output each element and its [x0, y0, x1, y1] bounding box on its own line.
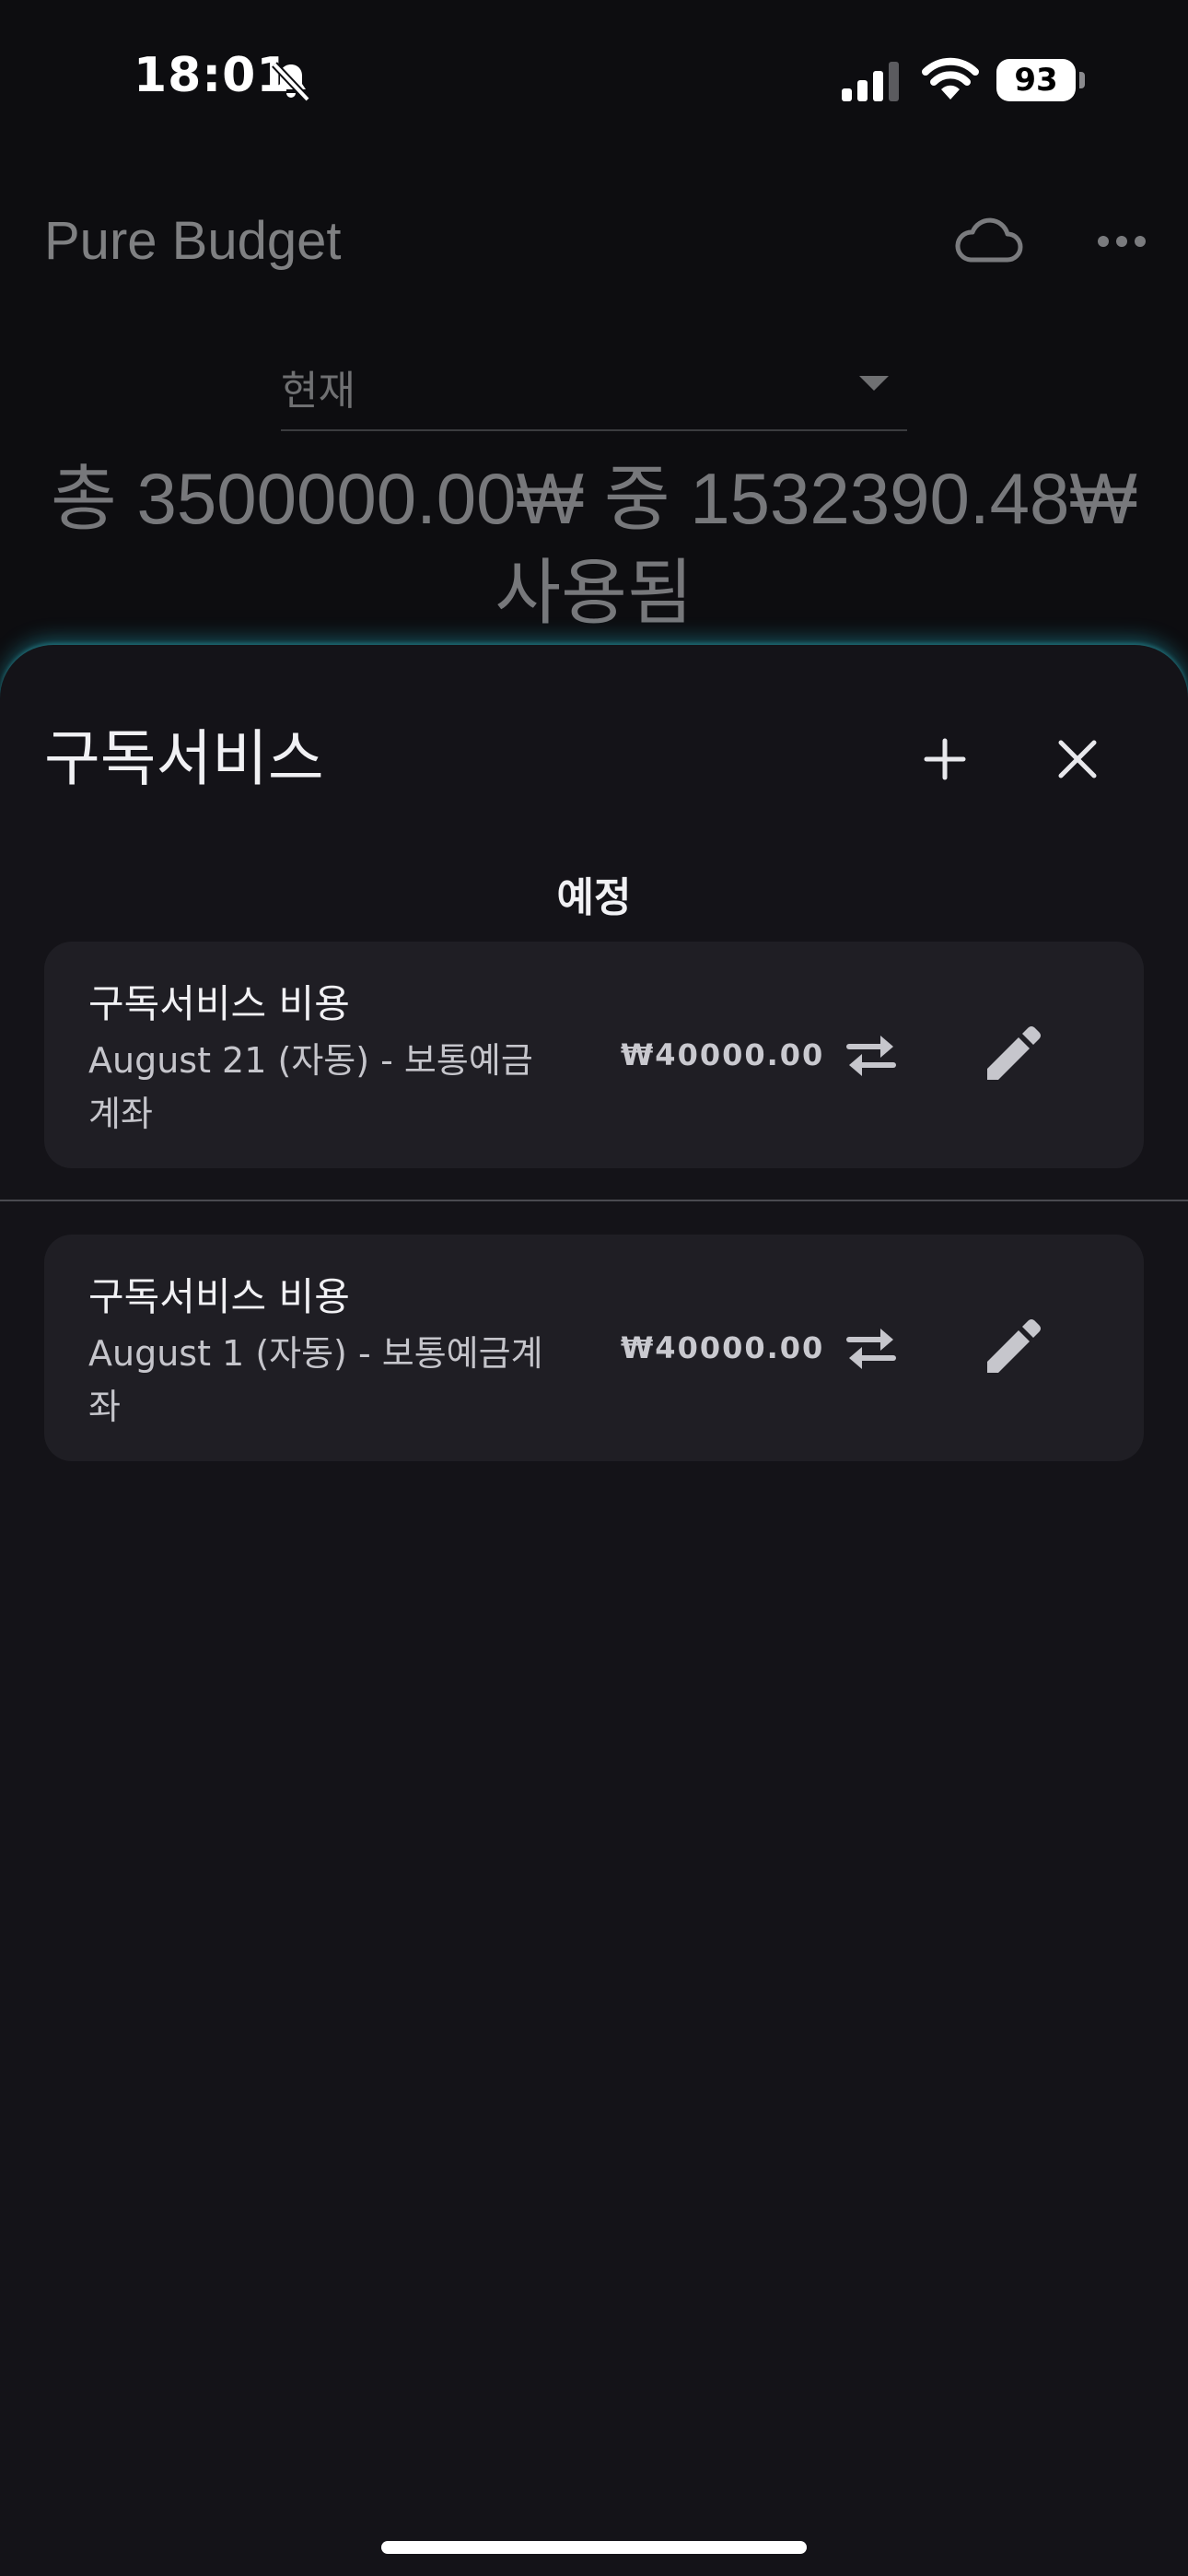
item-amount: ₩40000.00 [621, 1330, 825, 1365]
pencil-icon[interactable] [982, 1025, 1042, 1085]
item-amount: ₩40000.00 [621, 1037, 825, 1072]
screen: 18:01 93 Pure Budget 현재 총 3500000.00₩ 중 … [0, 0, 1188, 2576]
summary-line-1: 총 3500000.00₩ 중 1532390.48₩ [51, 458, 1137, 539]
status-bar: 18:01 93 [0, 0, 1188, 158]
item-subtitle: August 21 (자동) - 보통예금 계좌 [88, 1034, 604, 1141]
period-select[interactable]: 현재 [281, 350, 907, 431]
wifi-icon [922, 57, 979, 100]
battery-level: 93 [1014, 62, 1058, 99]
item-subtitle-line-1: August 21 (자동) - 보통예금 [88, 1040, 533, 1081]
dropdown-arrow-icon [859, 376, 889, 391]
budget-spent-summary: 총 3500000.00₩ 중 1532390.48₩ 사용됨 [0, 451, 1188, 639]
item-subtitle-line-2: 계좌 [88, 1094, 153, 1134]
battery-indicator: 93 [996, 59, 1076, 101]
battery-cap [1079, 72, 1085, 88]
summary-line-2: 사용됨 [495, 552, 693, 633]
status-time: 18:01 [134, 48, 291, 103]
item-title: 구독서비스 비용 [88, 1274, 350, 1319]
close-button[interactable] [1044, 726, 1111, 792]
swap-icon[interactable] [842, 1032, 901, 1078]
transaction-item[interactable]: 구독서비스 비용 August 1 (자동) - 보통예금계 좌 ₩40000.… [44, 1235, 1144, 1461]
item-title: 구독서비스 비용 [88, 981, 350, 1026]
item-subtitle-line-1: August 1 (자동) - 보통예금계 [88, 1333, 543, 1374]
pencil-icon[interactable] [982, 1317, 1042, 1378]
add-button[interactable] [912, 726, 978, 792]
subscription-sheet: 구독서비스 예정 구독서비스 비용 August 21 (자동) - 보통예금 … [0, 645, 1188, 2576]
section-header-scheduled: 예정 [556, 874, 632, 921]
period-value: 현재 [281, 368, 355, 415]
signal-icon [842, 62, 899, 101]
transaction-item[interactable]: 구독서비스 비용 August 21 (자동) - 보통예금 계좌 ₩40000… [44, 942, 1144, 1168]
sheet-title: 구독서비스 [44, 723, 324, 794]
app-title: Pure Budget [44, 211, 342, 271]
item-subtitle-line-2: 좌 [88, 1387, 121, 1427]
item-subtitle: August 1 (자동) - 보통예금계 좌 [88, 1327, 604, 1434]
swap-icon[interactable] [842, 1325, 901, 1371]
divider [0, 1200, 1188, 1201]
bell-slash-icon [272, 62, 310, 102]
more-horizontal-icon[interactable] [1096, 230, 1147, 252]
home-indicator [381, 2541, 807, 2554]
cloud-icon[interactable] [952, 214, 1024, 265]
